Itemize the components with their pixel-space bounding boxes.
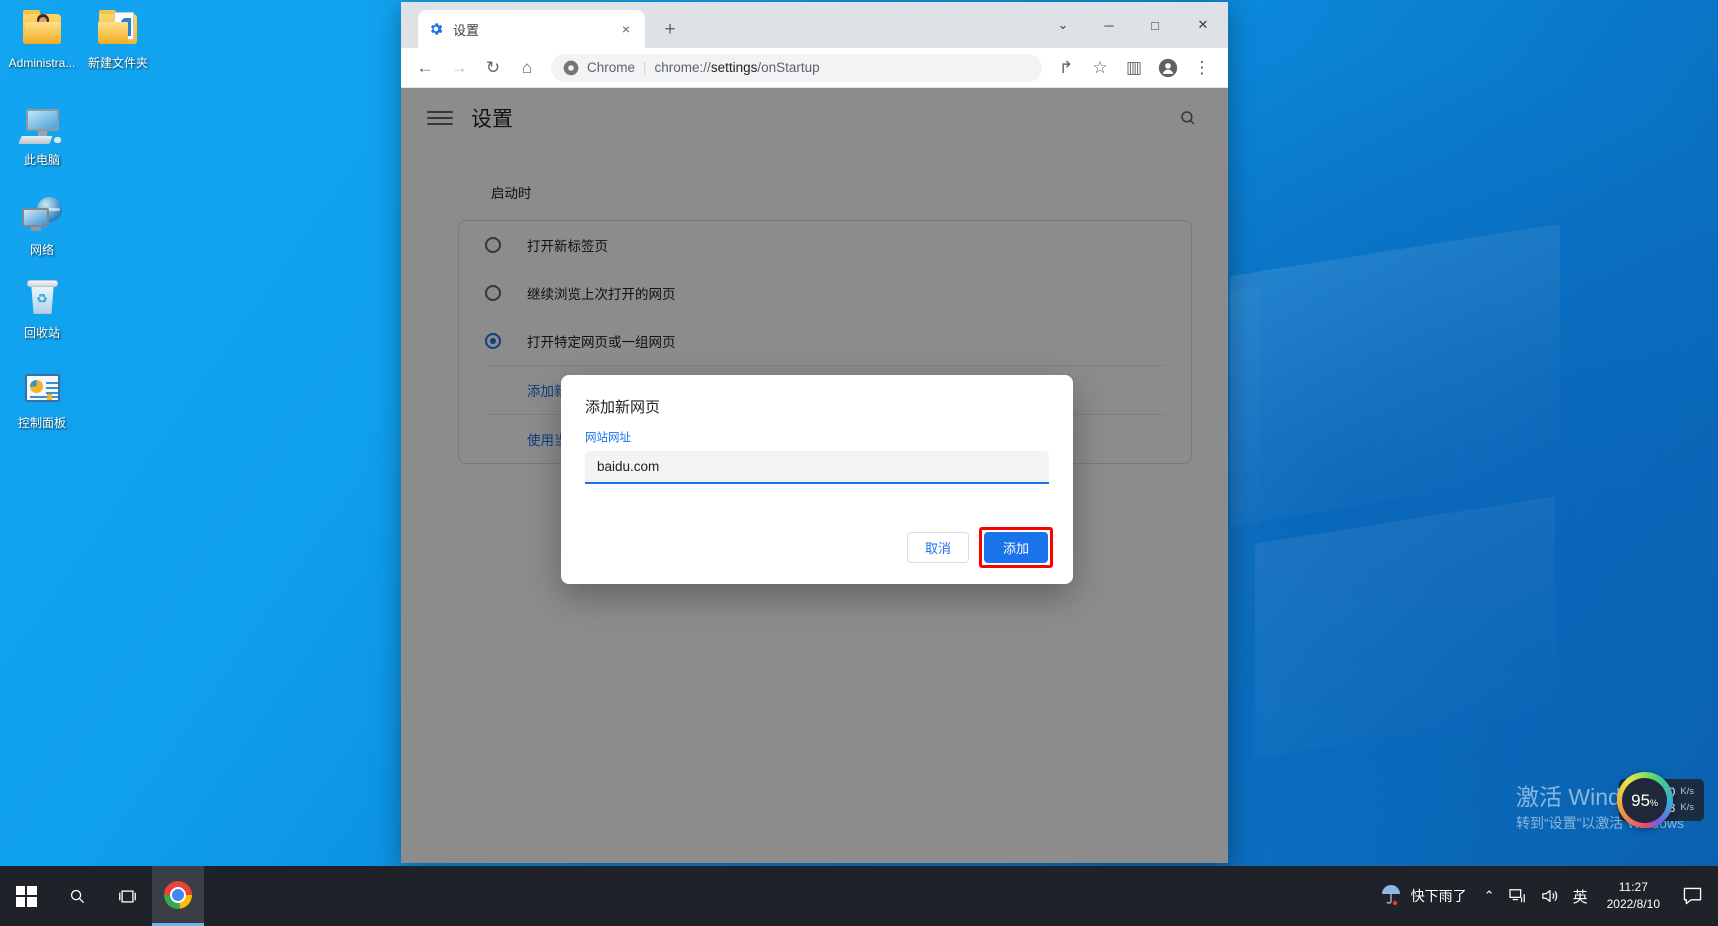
omnibox-url: chrome://settings/onStartup <box>655 60 820 75</box>
omnibox-brand: Chrome <box>587 60 635 75</box>
desktop-icon-this-pc[interactable]: 此电脑 <box>0 105 84 168</box>
windows-logo-icon <box>16 886 37 907</box>
cpu-usage-value: 95 <box>1631 778 1650 823</box>
upload-unit: K/s <box>1680 784 1694 800</box>
tab-search-button[interactable]: ⌄ <box>1040 6 1086 44</box>
desktop-icon-administrator[interactable]: Administra... <box>0 8 84 71</box>
browser-toolbar: ← → ↻ ⌂ Chrome | chrome://settings/onSta… <box>401 48 1228 88</box>
window-controls: ⌄ ─ □ ✕ <box>1040 2 1228 48</box>
cpu-usage-gauge[interactable]: 95 % <box>1617 772 1673 828</box>
home-button[interactable]: ⌂ <box>511 52 543 84</box>
cancel-button[interactable]: 取消 <box>907 532 969 563</box>
site-url-field-label: 网站网址 <box>561 417 1073 445</box>
task-view-button[interactable] <box>102 866 152 926</box>
profile-avatar[interactable] <box>1152 52 1184 84</box>
omnibox-separator: | <box>643 60 647 75</box>
dialog-actions: 取消 添加 <box>907 527 1053 568</box>
desktop-icon-label: 回收站 <box>0 326 84 341</box>
url-emphasis: settings <box>711 60 758 75</box>
browser-tab-settings[interactable]: 设置 × <box>418 10 645 48</box>
control-panel-icon <box>18 368 66 412</box>
dialog-title: 添加新网页 <box>561 375 1073 417</box>
url-suffix: /onStartup <box>757 60 819 75</box>
clock-date: 2022/8/10 <box>1607 896 1660 913</box>
chrome-icon <box>563 60 579 76</box>
gear-icon <box>428 21 444 37</box>
clock-time: 11:27 <box>1619 879 1648 896</box>
taskbar-search-button[interactable] <box>52 866 102 926</box>
site-url-input[interactable] <box>597 459 1037 474</box>
cpu-usage-unit: % <box>1650 798 1658 808</box>
desktop-icon-new-folder[interactable]: 新建文件夹 <box>76 8 160 71</box>
netspeed-widget[interactable]: ↑ 0 K/s ↓ 0.3 K/s 95 % <box>1619 778 1704 822</box>
add-button[interactable]: 添加 <box>984 532 1048 563</box>
ime-indicator[interactable]: 英 <box>1566 866 1595 926</box>
weather-text: 快下雨了 <box>1411 886 1467 906</box>
desktop-icon-network[interactable]: 网络 <box>0 195 84 258</box>
browser-menu-button[interactable]: ⋮ <box>1186 52 1218 84</box>
volume-icon[interactable] <box>1534 866 1566 926</box>
desktop-icon-label: 新建文件夹 <box>76 56 160 71</box>
desktop-icon-label: 此电脑 <box>0 153 84 168</box>
system-tray: 快下雨了 ⌃ 英 11:27 2022/8/10 <box>1374 866 1718 926</box>
action-center-button[interactable] <box>1672 866 1712 926</box>
this-pc-icon <box>18 105 66 149</box>
download-unit: K/s <box>1680 800 1694 816</box>
open-folder-icon <box>94 8 142 52</box>
network-icon <box>18 195 66 239</box>
start-button[interactable] <box>0 866 52 926</box>
network-icon[interactable] <box>1502 866 1534 926</box>
minimize-button[interactable]: ─ <box>1086 6 1132 44</box>
close-icon[interactable]: × <box>617 20 635 38</box>
wallpaper-shape <box>1230 224 1560 526</box>
site-url-input-wrapper[interactable] <box>585 451 1049 484</box>
forward-button[interactable]: → <box>443 52 475 84</box>
wallpaper-shape <box>1255 496 1555 759</box>
desktop-icon-label: Administra... <box>0 56 84 71</box>
user-folder-icon <box>18 8 66 52</box>
cpu-usage-inner: 95 % <box>1622 778 1667 823</box>
weather-widget[interactable]: 快下雨了 <box>1374 866 1477 926</box>
close-window-button[interactable]: ✕ <box>1178 6 1228 44</box>
reload-button[interactable]: ↻ <box>477 52 509 84</box>
tab-strip: 设置 × + ⌄ ─ □ ✕ <box>401 2 1228 48</box>
add-new-page-dialog: 添加新网页 网站网址 取消 添加 <box>561 375 1073 584</box>
clock[interactable]: 11:27 2022/8/10 <box>1595 866 1672 926</box>
side-panel-icon[interactable]: ▥ <box>1118 52 1150 84</box>
desktop-icon-recycle-bin[interactable]: ♻ 回收站 <box>0 278 84 341</box>
back-button[interactable]: ← <box>409 52 441 84</box>
recycle-bin-icon: ♻ <box>18 278 66 322</box>
address-bar[interactable]: Chrome | chrome://settings/onStartup <box>551 54 1042 82</box>
tab-title: 设置 <box>453 20 617 39</box>
add-button-highlight: 添加 <box>979 527 1053 568</box>
desktop-icon-control-panel[interactable]: 控制面板 <box>0 368 84 431</box>
desktop-icon-label: 控制面板 <box>0 416 84 431</box>
chrome-icon <box>164 881 192 909</box>
tray-overflow-button[interactable]: ⌃ <box>1477 866 1502 926</box>
url-prefix: chrome:// <box>655 60 711 75</box>
maximize-button[interactable]: □ <box>1132 6 1178 44</box>
taskbar-chrome-button[interactable] <box>152 866 204 926</box>
share-icon[interactable]: ↱ <box>1050 52 1082 84</box>
desktop-icon-label: 网络 <box>0 243 84 258</box>
bookmark-star-icon[interactable]: ☆ <box>1084 52 1116 84</box>
new-tab-button[interactable]: + <box>657 17 683 43</box>
rain-umbrella-icon <box>1378 881 1404 912</box>
taskbar: 快下雨了 ⌃ 英 11:27 2022/8/10 <box>0 866 1718 926</box>
